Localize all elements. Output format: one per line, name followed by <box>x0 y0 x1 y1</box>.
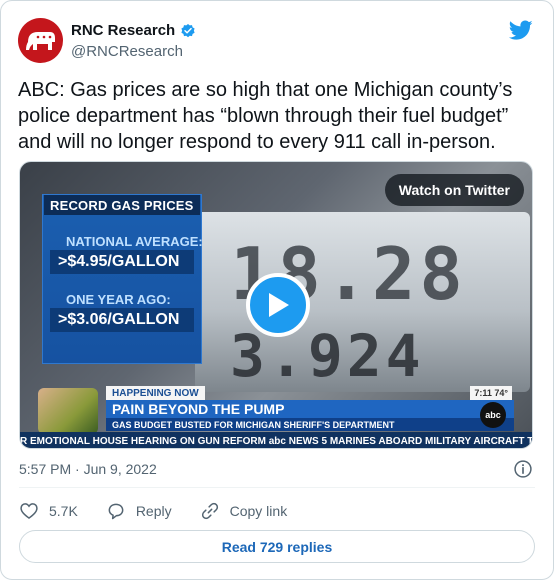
author-handle[interactable]: @RNCResearch <box>71 43 183 60</box>
graphic-label-year-ago: ONE YEAR AGO: <box>66 292 171 307</box>
heart-icon <box>20 503 38 520</box>
play-icon <box>269 293 289 317</box>
graphic-value-national: >$4.95/GALLON <box>50 250 194 274</box>
twitter-bird-icon[interactable] <box>509 18 533 42</box>
copy-link-label: Copy link <box>229 503 288 519</box>
elephant-icon <box>25 31 55 50</box>
divider <box>19 487 535 488</box>
news-headline: PAIN BEYOND THE PUMP <box>106 400 514 418</box>
graphic-label-national: NATIONAL AVERAGE: <box>66 234 203 249</box>
like-button[interactable]: 5.7K <box>19 501 78 521</box>
reply-label: Reply <box>135 503 172 519</box>
watch-on-twitter-button[interactable]: Watch on Twitter <box>384 174 524 206</box>
rnc-avatar[interactable] <box>18 18 63 63</box>
gas-price-graphic <box>42 194 202 364</box>
graphic-header: RECORD GAS PRICES <box>44 195 200 215</box>
tweet-card: RNC Research @RNCResearch ABC: Gas price… <box>0 0 554 580</box>
pump-gallon-digits: 3.924 <box>230 322 425 390</box>
graphic-value-year-ago: >$3.06/GALLON <box>50 308 194 332</box>
tweet-actions: 5.7K Reply Copy link <box>19 500 315 522</box>
verified-badge-icon <box>181 23 195 37</box>
tweet-text: ABC: Gas prices are so high that one Mic… <box>18 79 513 153</box>
read-replies-button[interactable]: Read 729 replies <box>19 530 535 563</box>
copy-link-button[interactable]: Copy link <box>200 501 288 521</box>
abc-news-logo: abc <box>480 402 506 428</box>
author-display-name[interactable]: RNC Research <box>71 22 175 39</box>
reply-bubble-icon <box>108 503 124 520</box>
play-button[interactable] <box>246 273 310 337</box>
happening-now-tag: HAPPENING NOW <box>106 386 205 400</box>
fuel-nozzle-image <box>38 388 98 434</box>
info-icon[interactable] <box>513 459 533 479</box>
link-icon <box>201 502 218 520</box>
tweet-timestamp[interactable]: 5:57 PM · Jun 9, 2022 <box>19 461 157 477</box>
like-count: 5.7K <box>49 503 78 519</box>
reply-button[interactable]: Reply <box>106 501 172 521</box>
video-player[interactable]: 18.28 3.924 RECORD GAS PRICES NATIONAL A… <box>19 161 533 449</box>
news-subhead: GAS BUDGET BUSTED FOR MICHIGAN SHERIFF'S… <box>106 418 514 431</box>
author-name-row: RNC Research <box>71 22 196 39</box>
broadcast-time: 7:11 74° <box>470 386 512 400</box>
news-ticker: R EMOTIONAL HOUSE HEARING ON GUN REFORM … <box>20 432 532 448</box>
